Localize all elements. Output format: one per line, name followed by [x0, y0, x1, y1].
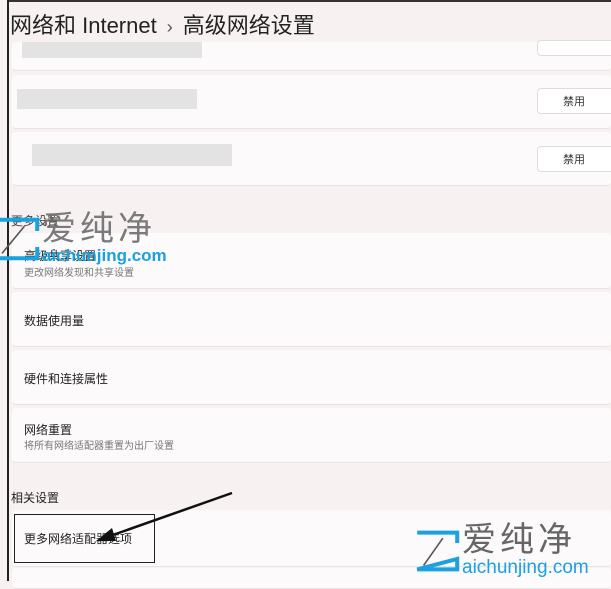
watermark: 爱纯净 aichunjing.com [414, 523, 589, 579]
watermark-logo-icon [0, 217, 40, 261]
watermark-en: aichunjing.com [462, 557, 589, 578]
watermark-en: aichunjing.com [42, 246, 167, 265]
arrow-annotation [96, 491, 233, 541]
watermark: 爱纯净 aichunjing.com [0, 212, 167, 266]
watermark-cn: 爱纯净 [462, 521, 576, 559]
watermark-logo-icon [416, 530, 460, 572]
watermark-cn: 爱纯净 [42, 210, 156, 248]
